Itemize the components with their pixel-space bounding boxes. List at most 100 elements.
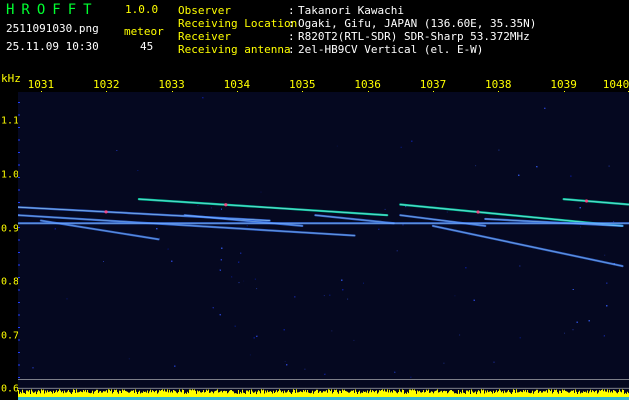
noise-speck — [518, 174, 520, 176]
noise-speck — [304, 368, 306, 370]
edge-marker — [18, 102, 20, 103]
noise-speck — [137, 170, 139, 171]
noise-speck — [519, 265, 521, 267]
noise-speck — [171, 260, 173, 262]
noise-speck — [329, 294, 331, 296]
noise-speck — [378, 228, 380, 230]
observer-value: Takanori Kawachi — [298, 4, 404, 17]
noise-speck — [219, 314, 221, 316]
receiver-row: Receiver : R820T2(RTL-SDR) SDR-Sharp 53.… — [178, 30, 608, 43]
noise-speck — [459, 334, 461, 336]
edge-marker — [18, 302, 20, 303]
noise-speck — [341, 279, 343, 281]
edge-marker — [18, 352, 20, 353]
meteor-head — [584, 199, 589, 203]
noise-speck — [212, 307, 214, 309]
noise-speck — [405, 206, 407, 208]
observer-row: Observer : Takanori Kawachi — [178, 4, 608, 17]
noise-speck — [284, 361, 286, 362]
noise-speck — [576, 321, 578, 323]
noise-speck — [396, 250, 398, 252]
y-tick-label: 0.9 — [1, 223, 20, 235]
x-tick-label: 1034 — [223, 78, 251, 91]
edge-marker — [18, 202, 20, 203]
edge-marker — [18, 327, 20, 328]
noise-speck — [103, 261, 104, 262]
x-tick-label: 1037 — [419, 78, 447, 91]
noise-speck — [323, 295, 325, 297]
receiver-value: R820T2(RTL-SDR) SDR-Sharp 53.372MHz — [298, 30, 530, 43]
edge-marker — [18, 227, 20, 228]
noise-speck — [473, 299, 475, 301]
noise-speck — [493, 361, 495, 363]
meteor-head — [104, 210, 108, 214]
noise-speck — [468, 235, 470, 236]
noise-speck — [221, 247, 223, 249]
noise-speck — [519, 337, 521, 339]
noise-speck — [220, 259, 222, 261]
x-tick-label: 1038 — [485, 78, 512, 91]
noise-speck — [394, 371, 396, 373]
noise-speck — [544, 107, 546, 109]
antenna-key: Receiving antenna — [178, 43, 291, 56]
noise-speck — [588, 320, 590, 322]
noise-speck — [465, 267, 467, 269]
meteor-trail-core — [138, 198, 388, 216]
noise-speck — [66, 298, 68, 300]
noise-speck — [167, 248, 169, 250]
noise-speck — [613, 221, 615, 223]
noise-speck — [579, 207, 581, 209]
noise-speck — [336, 145, 338, 147]
observer-key: Observer — [178, 4, 231, 17]
x-tick-label: 1033 — [158, 78, 185, 91]
noise-speck — [156, 228, 158, 230]
noise-speck — [32, 367, 34, 369]
edge-marker — [18, 239, 20, 241]
location-row: Receiving Location : Ogaki, Gifu, JAPAN … — [178, 17, 608, 30]
edge-marker — [18, 377, 20, 378]
noise-speck — [243, 280, 245, 282]
noise-speck — [256, 335, 258, 337]
x-tick-label: 1039 — [550, 78, 577, 91]
meteor-label: meteor — [124, 25, 164, 38]
noise-speck — [54, 228, 56, 230]
colon: : — [288, 4, 295, 17]
noise-speck — [286, 364, 288, 366]
noise-speck — [608, 165, 610, 167]
station-info: Observer : Takanori Kawachi Receiving Lo… — [178, 4, 608, 56]
edge-marker — [18, 252, 20, 253]
y-tick-label: 1.1 — [1, 115, 20, 127]
spectrogram-svg — [18, 97, 629, 400]
edge-marker — [18, 339, 20, 341]
edge-marker — [18, 177, 20, 178]
noise-speck — [116, 150, 118, 151]
app-title: HROFFT — [6, 2, 99, 18]
noise-speck — [580, 226, 582, 228]
colon: : — [288, 30, 295, 43]
noise-layer — [32, 97, 615, 378]
noise-speck — [221, 208, 222, 210]
x-axis: 1031 1032 1033 1034 1035 1036 1037 1038 1039 1040 — [18, 78, 629, 97]
noise-speck — [256, 288, 258, 290]
y-tick-label: 0.7 — [1, 330, 20, 342]
noise-speck — [363, 282, 364, 284]
receiver-key: Receiver — [178, 30, 231, 43]
noise-speck — [210, 207, 212, 209]
noise-speck — [294, 296, 296, 298]
spectrogram — [18, 92, 629, 400]
meteor-head — [476, 210, 480, 214]
noise-speck — [219, 269, 221, 271]
noise-speck — [174, 365, 176, 367]
edge-marker — [18, 164, 20, 166]
noise-speck — [606, 282, 608, 284]
noise-speck — [238, 261, 240, 263]
noise-speck — [254, 278, 256, 280]
edge-marker — [18, 189, 20, 191]
noise-speck — [238, 282, 240, 284]
noise-speck — [231, 276, 233, 278]
noise-speck — [570, 175, 572, 177]
hrofft-window: HROFFT 1.0.0 2511091030.png meteor 25.11… — [0, 0, 629, 400]
edge-marker — [18, 289, 20, 291]
noise-speck — [411, 140, 413, 142]
noise-speck — [606, 305, 608, 307]
